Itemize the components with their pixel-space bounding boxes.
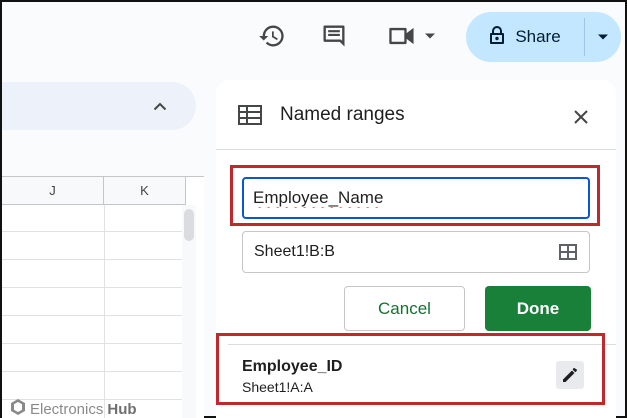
share-button[interactable]: Share [466,12,584,62]
history-icon[interactable] [254,18,290,54]
grid-line [2,343,182,344]
chevron-down-icon[interactable] [422,28,438,44]
select-range-grid-icon[interactable] [557,242,579,262]
grid-line [2,259,182,260]
cancel-button[interactable]: Cancel [344,286,465,331]
grid-line [2,315,182,316]
column-header-k[interactable]: K [104,177,186,205]
comment-icon[interactable] [316,18,352,54]
lock-icon [489,25,505,50]
scrollbar-thumb[interactable] [184,209,194,241]
range-reference-field[interactable]: Sheet1!B:B [242,231,590,273]
watermark-logo-icon [10,398,26,418]
pencil-icon[interactable] [556,361,584,389]
watermark-brand-bold: Hub [107,400,137,418]
named-range-item-range: Sheet1!A:A [242,379,313,395]
named-range-item-name[interactable]: Employee_ID [242,358,342,376]
share-label: Share [515,27,561,46]
range-name-input[interactable] [242,177,590,219]
grid-line [2,371,182,372]
share-options-chevron-icon[interactable] [585,12,621,62]
spreadsheet-grid[interactable]: J K [2,176,204,418]
panel-header: Named ranges [216,80,616,150]
share-button-group[interactable]: Share [466,12,621,62]
watermark: Electronics Hub [10,398,137,418]
panel-title: Named ranges [280,104,405,125]
grid-line [104,205,105,418]
divider [228,344,616,345]
chevron-up-icon[interactable] [150,96,170,116]
video-camera-icon[interactable] [384,18,420,54]
table-grid-icon [236,102,264,128]
watermark-brand: Electronics [30,400,104,418]
column-header-j[interactable]: J [2,177,104,205]
close-icon[interactable] [568,104,594,130]
grid-line [2,287,182,288]
grid-line [2,231,182,232]
done-button[interactable]: Done [485,286,591,331]
range-reference-text: Sheet1!B:B [254,243,335,260]
